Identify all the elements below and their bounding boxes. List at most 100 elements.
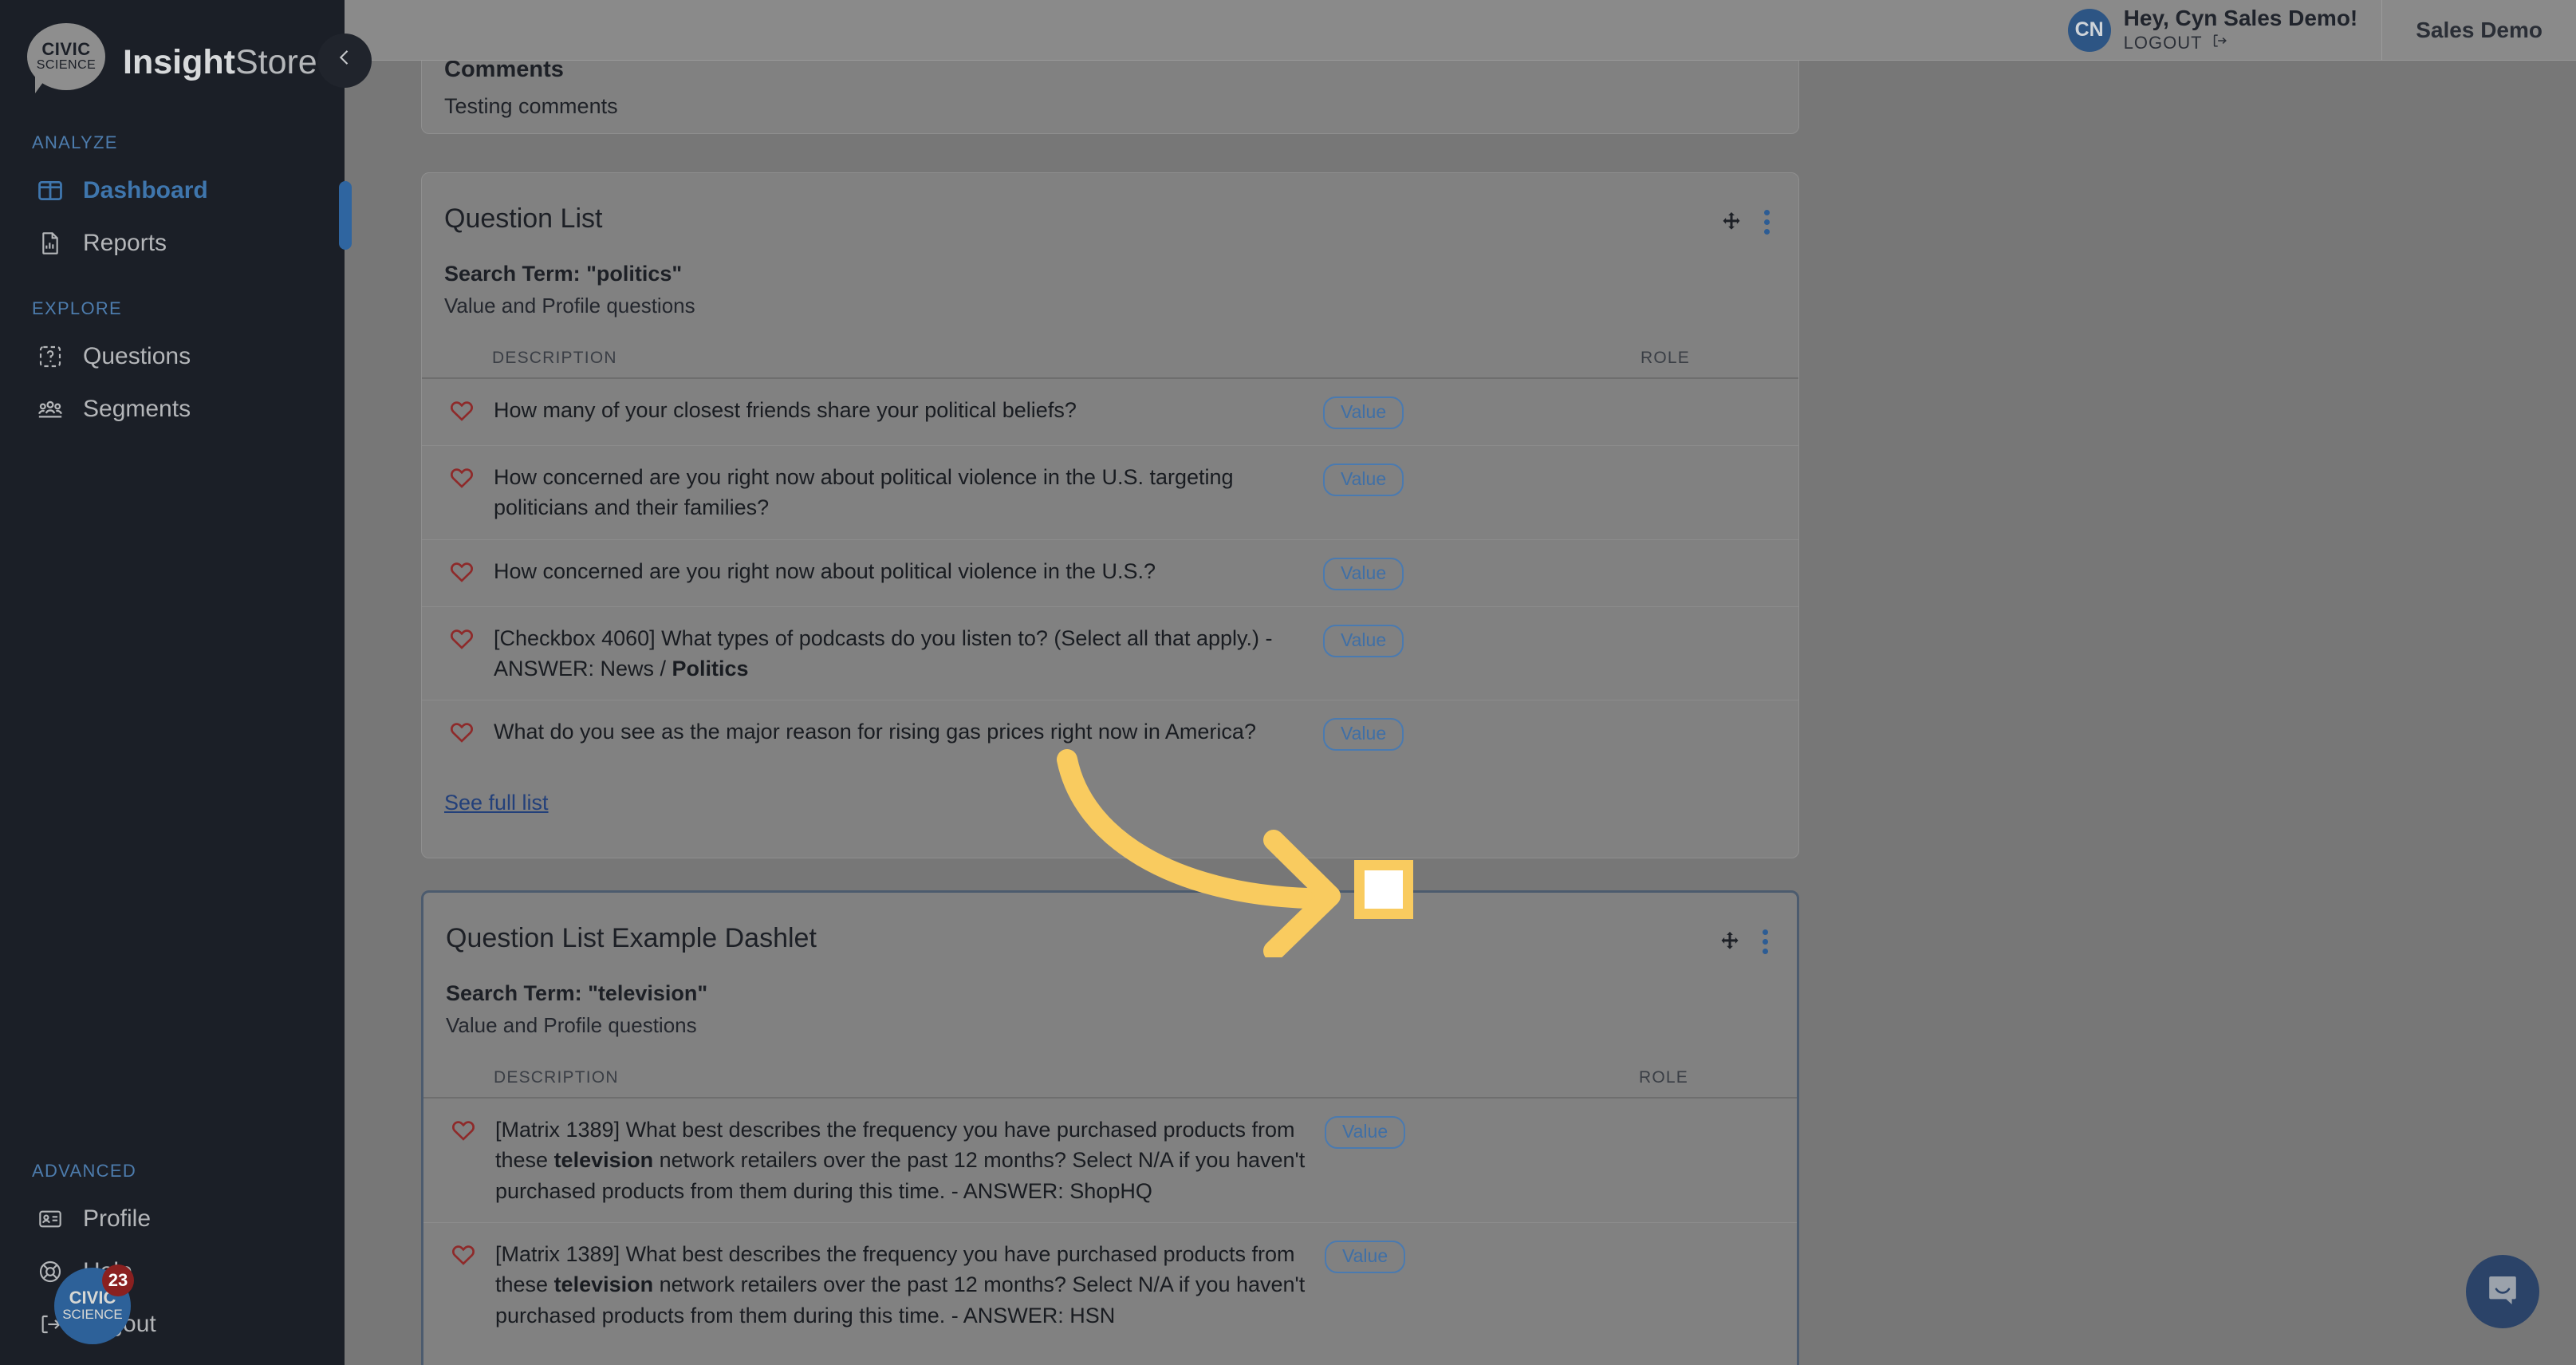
search-term-label: Search Term: "television" <box>446 981 708 1005</box>
organization-name[interactable]: Sales Demo <box>2382 18 2576 43</box>
question-list-card-header: Question List <box>422 173 1798 238</box>
column-header-description: DESCRIPTION <box>494 1068 619 1087</box>
kebab-menu-icon[interactable] <box>1756 926 1774 957</box>
sidebar-item-segments[interactable]: Segments <box>0 383 345 436</box>
question-table-header: DESCRIPTION ROLE <box>422 318 1798 379</box>
table-row[interactable]: How concerned are you right now about po… <box>422 540 1798 607</box>
user-account-block[interactable]: CN Hey, Cyn Sales Demo! LOGOUT <box>2067 0 2383 61</box>
report-document-icon <box>35 228 65 258</box>
heart-outline-icon[interactable] <box>446 1118 481 1143</box>
sidebar-item-help[interactable]: Help <box>0 1245 345 1298</box>
sidebar-item-reports[interactable]: Reports <box>0 217 345 270</box>
question-description: [Matrix 1389] What best describes the fr… <box>495 1241 1306 1328</box>
question-description: [Matrix 1389] What best describes the fr… <box>495 1118 1306 1203</box>
column-header-role: ROLE <box>1641 349 1690 367</box>
app-title-prefix: Insight <box>123 42 235 81</box>
see-full-list-link[interactable]: See full list <box>422 767 571 842</box>
role-cell: Value <box>1323 462 1459 496</box>
kebab-menu-icon[interactable] <box>1758 207 1776 238</box>
sidebar-bottom-group: ADVANCED Profile <box>0 1132 345 1365</box>
sidebar-item-questions[interactable]: Questions <box>0 330 345 383</box>
table-row[interactable]: How concerned are you right now about po… <box>422 446 1798 540</box>
card-title: Question List Example Dashlet <box>446 923 817 953</box>
logo-line-1: CIVIC <box>41 38 91 59</box>
sidebar-item-dashboard[interactable]: Dashboard <box>0 164 345 217</box>
heart-outline-icon[interactable] <box>444 398 479 424</box>
life-ring-icon <box>35 1257 65 1287</box>
question-description: [Checkbox 4060] What types of podcasts d… <box>494 625 1273 681</box>
top-header-bar: CN Hey, Cyn Sales Demo! LOGOUT Sales Dem… <box>345 0 2576 61</box>
card-tools <box>1718 926 1774 957</box>
logout-link[interactable]: LOGOUT <box>2124 32 2358 54</box>
logout-arrow-icon <box>2211 32 2228 54</box>
comments-card: Comments Testing comments <box>421 61 1799 134</box>
status-badge: Value <box>1323 718 1404 752</box>
role-cell: Value <box>1325 1114 1460 1149</box>
card-title: Question List <box>444 203 603 234</box>
messenger-launcher-button[interactable]: CIVIC SCIENCE 23 <box>54 1264 134 1344</box>
sidebar-item-profile[interactable]: Profile <box>0 1193 345 1245</box>
question-list-rows: How many of your closest friends share y… <box>422 379 1798 767</box>
logout-label: LOGOUT <box>2123 32 2203 53</box>
sidebar-section-advanced: ADVANCED <box>32 1161 137 1181</box>
column-header-role: ROLE <box>1639 1068 1688 1087</box>
avatar: CN <box>2067 8 2111 52</box>
table-row[interactable]: [Matrix 1389] What best describes the fr… <box>423 1223 1797 1347</box>
status-badge: Value <box>1323 464 1404 496</box>
search-term-label: Search Term: "politics" <box>444 262 683 286</box>
table-row[interactable]: [Checkbox 4060] What types of podcasts d… <box>422 607 1798 701</box>
table-row[interactable]: What do you see as the major reason for … <box>422 700 1798 767</box>
user-text-group: Hey, Cyn Sales Demo! LOGOUT <box>2124 6 2358 53</box>
comments-card-body: Testing comments <box>444 94 618 118</box>
sidebar-collapse-button[interactable] <box>317 34 372 88</box>
app-root: CIVIC SCIENCE InsightStore ANALYZE Dashb… <box>0 0 2576 1365</box>
segments-people-icon <box>35 394 65 424</box>
heart-outline-icon[interactable] <box>444 559 479 585</box>
search-subtitle: Value and Profile questions <box>444 294 695 318</box>
sidebar-item-label: Questions <box>83 343 191 369</box>
sidebar-item-label: Profile <box>83 1205 152 1232</box>
question-description: How many of your closest friends share y… <box>494 398 1077 422</box>
app-title: InsightStore <box>123 43 317 82</box>
move-arrows-icon[interactable] <box>1718 930 1742 954</box>
column-header-description: DESCRIPTION <box>492 349 617 367</box>
heart-outline-icon[interactable] <box>444 626 479 652</box>
brand-logo-block: CIVIC SCIENCE InsightStore <box>0 0 345 104</box>
role-cell: Value <box>1323 556 1459 590</box>
search-subtitle: Value and Profile questions <box>446 1013 697 1037</box>
table-row[interactable]: How many of your closest friends share y… <box>422 379 1798 446</box>
chat-bubble-icon <box>2483 1271 2522 1313</box>
heart-outline-icon[interactable] <box>444 720 479 745</box>
heart-outline-icon[interactable] <box>444 465 479 491</box>
question-box-icon <box>35 341 65 372</box>
sidebar-item-label: Dashboard <box>83 177 208 203</box>
civicscience-logo-icon: CIVIC SCIENCE <box>27 23 105 101</box>
heart-outline-icon[interactable] <box>446 1242 481 1268</box>
move-arrows-icon[interactable] <box>1719 211 1743 235</box>
question-list-example-dashlet-card: Question List Example Dashlet Search Ter… <box>421 890 1799 1365</box>
main-content: Comments Testing comments Question List <box>345 61 2576 1365</box>
user-greeting: Hey, Cyn Sales Demo! <box>2123 6 2358 31</box>
app-title-suffix: Store <box>234 42 317 81</box>
sidebar-item-label: Segments <box>83 396 191 422</box>
question-list-card: Question List Search Term: "politics" Va… <box>421 172 1799 858</box>
launcher-unread-badge: 23 <box>102 1264 134 1296</box>
sidebar-section-analyze: ANALYZE <box>32 132 118 152</box>
logo-line-2: SCIENCE <box>36 57 97 72</box>
table-row[interactable]: [Matrix 1389] What best describes the fr… <box>423 1099 1797 1223</box>
role-cell: Value <box>1323 395 1459 429</box>
status-badge: Value <box>1325 1116 1406 1149</box>
dashboard-icon <box>35 176 65 206</box>
sidebar-section-explore: EXPLORE <box>32 298 123 318</box>
intercom-chat-button[interactable] <box>2466 1255 2539 1328</box>
launcher-line-2: SCIENCE <box>62 1306 123 1322</box>
example-dashlet-rows: [Matrix 1389] What best describes the fr… <box>423 1099 1797 1347</box>
role-cell: Value <box>1323 623 1459 657</box>
question-description: How concerned are you right now about po… <box>494 465 1234 520</box>
sidebar-item-logout[interactable]: Logout <box>0 1298 345 1351</box>
role-cell: Value <box>1325 1239 1460 1273</box>
status-badge: Value <box>1323 624 1404 657</box>
role-cell: Value <box>1323 716 1459 752</box>
logo-bubble-tail <box>35 76 54 93</box>
status-badge: Value <box>1325 1240 1406 1273</box>
